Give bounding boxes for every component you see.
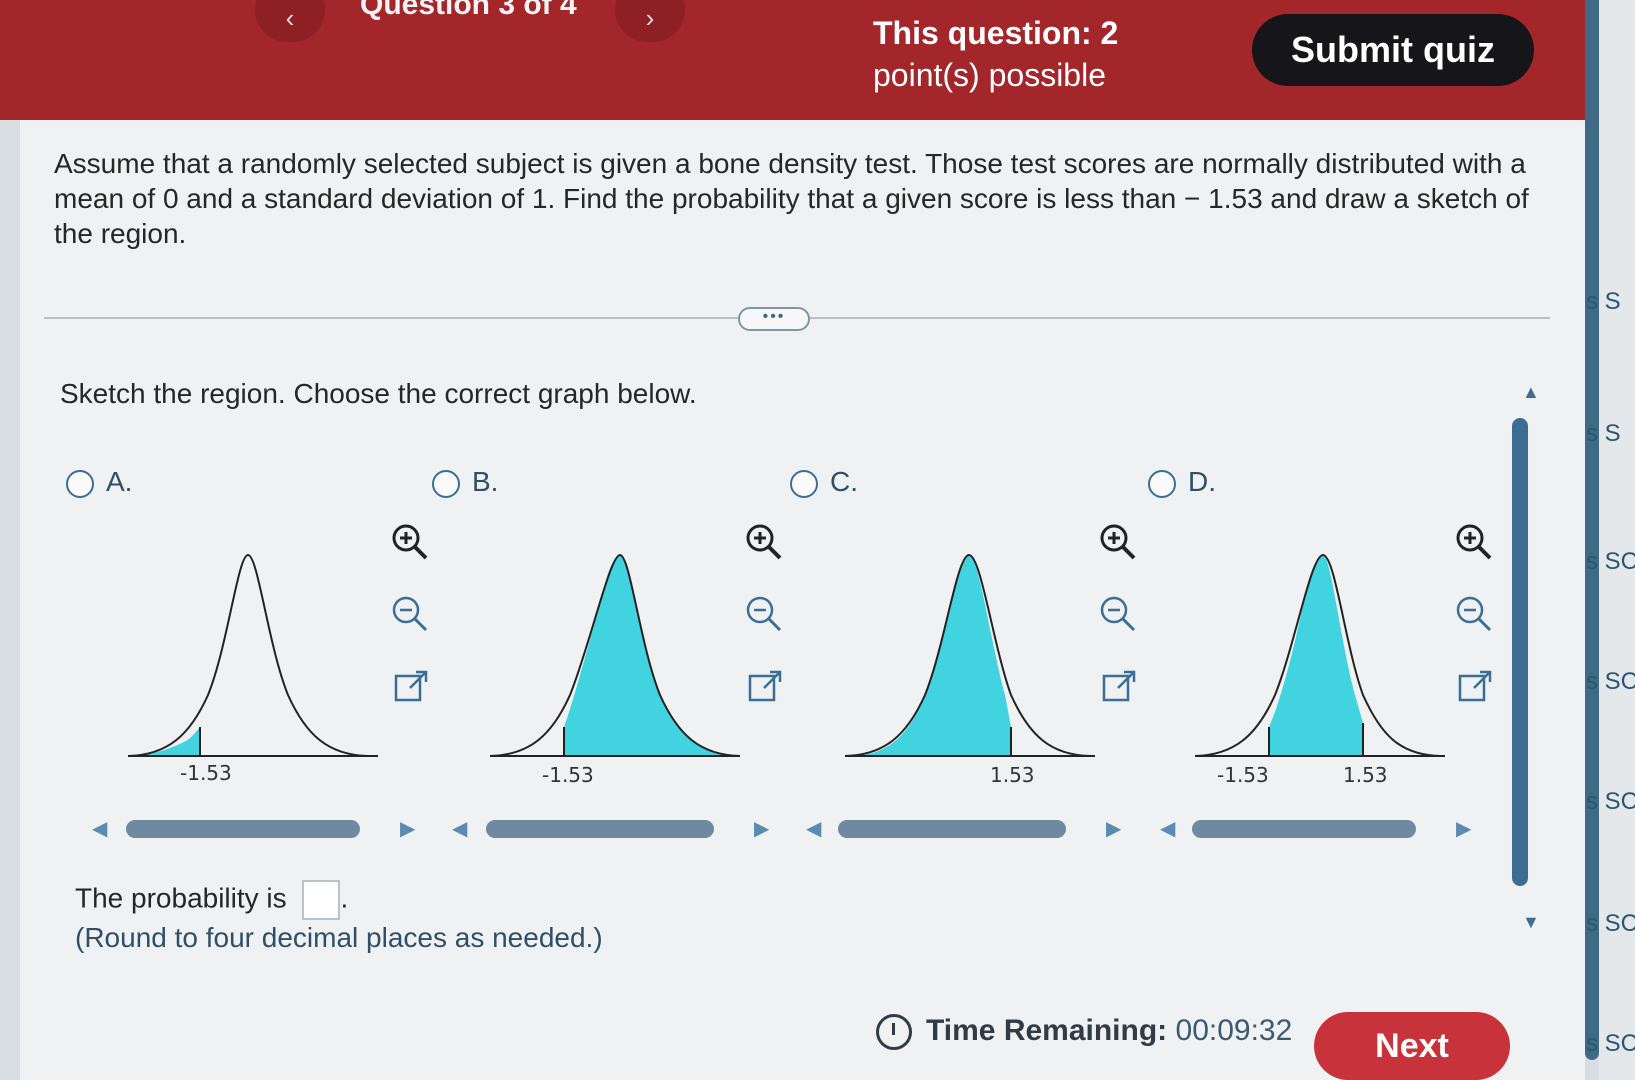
time-remaining: Time Remaining: 00:09:32	[876, 1014, 1293, 1051]
open-new-window-icon[interactable]	[744, 664, 788, 708]
zoom-out-icon[interactable]	[1096, 592, 1140, 636]
side-fragment: s S	[1586, 420, 1621, 447]
option-c-graph: 1.53	[845, 553, 1095, 787]
zoom-in-icon[interactable]	[742, 520, 786, 564]
zoom-in-icon[interactable]	[1452, 520, 1496, 564]
question-counter: Question 3 of 4	[360, 0, 577, 21]
option-a-shaded-region	[128, 727, 200, 756]
scroll-right-arrow-icon[interactable]: ▶	[1456, 816, 1471, 841]
zoom-out-icon[interactable]	[742, 592, 786, 636]
side-fragment: s SC	[1586, 668, 1635, 695]
graph-c-scrollbar[interactable]	[838, 820, 1066, 838]
option-c-shaded-region	[855, 555, 1011, 756]
option-d-tick-label-right: 1.53	[1343, 763, 1388, 787]
option-c-label: C.	[830, 466, 858, 497]
open-new-window-icon[interactable]	[1098, 664, 1142, 708]
option-a-radio[interactable]	[66, 469, 94, 498]
time-remaining-value: 00:09:32	[1175, 1014, 1293, 1047]
probability-input[interactable]	[302, 880, 341, 920]
scroll-left-arrow-icon[interactable]: ◀	[1160, 816, 1175, 841]
zoom-out-icon[interactable]	[388, 592, 432, 636]
scroll-right-arrow-icon[interactable]: ▶	[754, 816, 769, 841]
time-remaining-label: Time Remaining:	[926, 1014, 1168, 1047]
scroll-down-arrow-icon[interactable]: ▼	[1522, 912, 1540, 933]
option-a-graph: -1.53	[128, 553, 378, 785]
option-b-radio[interactable]	[432, 469, 460, 498]
points-line-1: This question: 2	[873, 15, 1119, 51]
clock-icon	[876, 1014, 912, 1051]
probability-suffix: .	[340, 882, 349, 914]
zoom-in-icon[interactable]	[388, 520, 432, 564]
graph-a-scrollbar[interactable]	[126, 820, 360, 838]
option-c-radio[interactable]	[790, 469, 818, 498]
side-fragment: s SC	[1586, 788, 1635, 815]
scroll-right-arrow-icon[interactable]: ▶	[400, 816, 415, 841]
option-b-tick-label: -1.53	[542, 763, 594, 787]
panel-scrollbar-thumb[interactable]	[1512, 418, 1528, 886]
scroll-left-arrow-icon[interactable]: ◀	[452, 816, 467, 841]
scroll-up-arrow-icon[interactable]: ▲	[1522, 382, 1540, 403]
option-d[interactable]: D.	[1148, 466, 1216, 498]
option-d-graph: -1.53 1.53	[1195, 553, 1445, 787]
side-fragment: s S	[1586, 288, 1621, 315]
graph-d-scrollbar[interactable]	[1192, 820, 1416, 838]
rounding-note: (Round to four decimal places as needed.…	[75, 922, 603, 953]
option-a-curve	[128, 553, 369, 757]
zoom-in-icon[interactable]	[1096, 520, 1140, 564]
side-fragment: s SC	[1586, 1030, 1635, 1057]
zoom-out-icon[interactable]	[1452, 592, 1496, 636]
option-d-label: D.	[1188, 466, 1216, 497]
open-new-window-icon[interactable]	[390, 664, 434, 708]
points-line-2: point(s) possible	[873, 57, 1106, 93]
option-c[interactable]: C.	[790, 466, 858, 498]
option-b[interactable]: B.	[432, 466, 498, 498]
graph-b-scrollbar[interactable]	[486, 820, 714, 838]
window-scrollbar[interactable]	[1585, 0, 1599, 1060]
option-b-label: B.	[472, 466, 499, 497]
previous-question-button[interactable]: ‹	[255, 0, 325, 42]
option-d-tick-label-left: -1.53	[1217, 763, 1269, 787]
submit-quiz-button[interactable]: Submit quiz	[1252, 14, 1534, 86]
next-button[interactable]: Next	[1314, 1012, 1510, 1080]
points-info: This question: 2 point(s) possible	[873, 12, 1153, 96]
question-text: Assume that a randomly selected subject …	[54, 148, 1529, 249]
side-fragment: s SC	[1586, 910, 1635, 937]
option-a[interactable]: A.	[66, 466, 132, 498]
option-d-shaded-region	[1269, 555, 1363, 756]
probability-label: The probability is	[75, 882, 287, 914]
open-new-window-icon[interactable]	[1454, 664, 1498, 708]
instruction-text: Sketch the region. Choose the correct gr…	[60, 378, 697, 409]
next-question-button[interactable]: ›	[615, 0, 685, 42]
option-b-graph: -1.53	[490, 553, 740, 787]
quiz-header: ‹ Question 3 of 4 › This question: 2 poi…	[0, 0, 1595, 120]
scroll-left-arrow-icon[interactable]: ◀	[806, 816, 821, 841]
option-a-tick-label: -1.53	[180, 761, 232, 785]
expand-handle[interactable]: •••	[738, 307, 810, 331]
option-c-tick-label: 1.53	[990, 763, 1035, 787]
scroll-right-arrow-icon[interactable]: ▶	[1106, 816, 1121, 841]
option-a-label: A.	[106, 466, 133, 497]
probability-prompt: The probability is .	[75, 880, 348, 920]
option-d-radio[interactable]	[1148, 469, 1176, 498]
side-fragment: s SC	[1586, 548, 1635, 575]
scroll-left-arrow-icon[interactable]: ◀	[92, 816, 107, 841]
